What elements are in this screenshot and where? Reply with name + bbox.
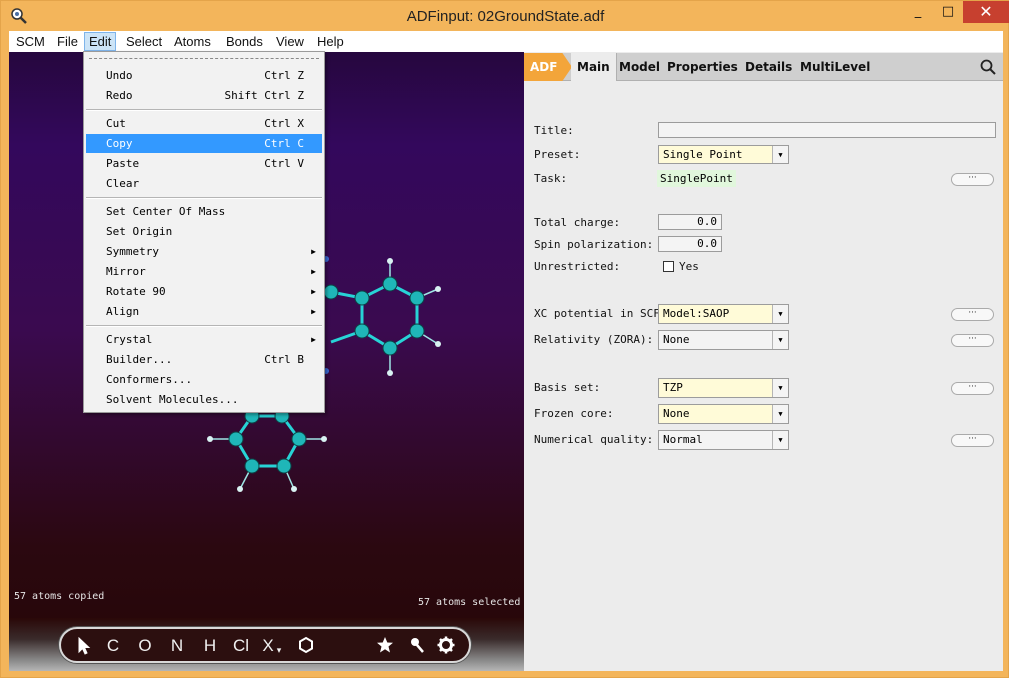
title-input[interactable]	[658, 122, 996, 138]
total-charge-input[interactable]: 0.0	[658, 214, 722, 230]
menu-set-center-of-mass[interactable]: Set Center Of Mass	[86, 202, 322, 221]
menu-scm[interactable]: SCM	[12, 32, 49, 51]
submenu-arrow-icon: ▶	[311, 307, 316, 316]
settings-panel: ADF Main Model Properties Details MultiL…	[524, 52, 1003, 671]
frozen-core-select[interactable]: None ▼	[658, 404, 789, 424]
menu-bar: SCM File Edit Select Atoms Bonds View He…	[9, 31, 1003, 52]
menu-clear[interactable]: Clear	[86, 174, 322, 193]
star-icon[interactable]	[376, 636, 394, 654]
element-x-button[interactable]: X	[261, 635, 275, 657]
chevron-down-icon[interactable]: ▼	[772, 146, 788, 163]
oxygen-button[interactable]: O	[135, 635, 155, 657]
pointer-icon[interactable]	[77, 637, 91, 655]
menu-rotate-90[interactable]: Rotate 90 ▶	[86, 282, 322, 301]
relativity-select[interactable]: None ▼	[658, 330, 789, 350]
tearoff-line[interactable]	[89, 58, 319, 59]
app-window: ADFinput: 02GroundState.adf _ □ ✕ SCM Fi…	[0, 0, 1009, 678]
tab-adf[interactable]: ADF	[524, 53, 572, 81]
submenu-arrow-icon: ▶	[311, 267, 316, 276]
menu-bonds[interactable]: Bonds	[222, 32, 267, 51]
relativity-label: Relativity (ZORA):	[534, 333, 654, 346]
gear-icon[interactable]	[437, 636, 455, 654]
menu-align[interactable]: Align ▶	[86, 302, 322, 321]
task-more-button[interactable]: ···	[951, 173, 994, 186]
xc-potential-label: XC potential in SCF:	[534, 307, 667, 320]
window-title: ADFinput: 02GroundState.adf	[406, 8, 605, 25]
tab-details[interactable]: Details	[745, 53, 792, 81]
frozen-core-label: Frozen core:	[534, 407, 614, 420]
menu-undo[interactable]: Undo Ctrl Z	[86, 66, 322, 85]
unrestricted-label: Unrestricted:	[534, 260, 621, 273]
menu-builder[interactable]: Builder... Ctrl B	[86, 350, 322, 369]
unrestricted-yes-label: Yes	[679, 260, 699, 273]
tab-properties[interactable]: Properties	[667, 53, 738, 81]
total-charge-label: Total charge:	[534, 216, 621, 229]
tab-multilevel[interactable]: MultiLevel	[800, 53, 870, 81]
chevron-down-icon[interactable]: ▼	[772, 405, 788, 423]
spin-polarization-label: Spin polarization:	[534, 238, 654, 251]
edit-menu-dropdown: Undo Ctrl Z Redo Shift Ctrl Z Cut Ctrl X Co…	[83, 51, 325, 413]
chevron-down-icon[interactable]: ▼	[772, 331, 788, 349]
relativity-more-button[interactable]: ···	[951, 334, 994, 347]
menu-file[interactable]: File	[53, 32, 82, 51]
hydrogen-button[interactable]: H	[200, 635, 220, 657]
menu-select[interactable]: Select	[122, 32, 166, 51]
close-button[interactable]: ✕	[963, 1, 1009, 23]
basis-set-select[interactable]: TZP ▼	[658, 378, 789, 398]
menu-crystal[interactable]: Crystal ▶	[86, 330, 322, 349]
submenu-arrow-icon: ▶	[311, 335, 316, 344]
menu-conformers[interactable]: Conformers...	[86, 370, 322, 389]
basis-more-button[interactable]: ···	[951, 382, 994, 395]
menu-atoms[interactable]: Atoms	[170, 32, 215, 51]
numerical-quality-select[interactable]: Normal ▼	[658, 430, 789, 450]
title-label: Title:	[534, 124, 574, 137]
menu-edit[interactable]: Edit	[84, 32, 117, 51]
carbon-button[interactable]: C	[103, 635, 123, 657]
minimize-button[interactable]: _	[903, 1, 933, 23]
menu-solvent-molecules[interactable]: Solvent Molecules...	[86, 390, 322, 409]
ring-icon[interactable]	[297, 636, 315, 654]
preset-select[interactable]: Single Point ▼	[658, 145, 789, 164]
menu-help[interactable]: Help	[313, 32, 348, 51]
menu-separator	[86, 197, 322, 199]
pin-icon[interactable]	[408, 636, 426, 654]
xc-potential-select[interactable]: Model:SAOP ▼	[658, 304, 789, 324]
submenu-arrow-icon: ▶	[311, 247, 316, 256]
submenu-arrow-icon: ▶	[311, 287, 316, 296]
search-icon[interactable]	[980, 59, 996, 75]
menu-paste[interactable]: Paste Ctrl V	[86, 154, 322, 173]
menu-set-origin[interactable]: Set Origin	[86, 222, 322, 241]
element-x-dropdown[interactable]: ▾	[274, 639, 284, 661]
menu-view[interactable]: View	[272, 32, 308, 51]
chlorine-button[interactable]: Cl	[229, 635, 253, 657]
menu-copy[interactable]: Copy Ctrl C	[86, 134, 322, 153]
title-bar: ADFinput: 02GroundState.adf _ □ ✕	[1, 1, 1009, 31]
nitrogen-button[interactable]: N	[167, 635, 187, 657]
menu-separator	[86, 325, 322, 327]
panel-tab-bar: ADF Main Model Properties Details MultiL…	[524, 53, 1003, 81]
preset-label: Preset:	[534, 148, 581, 161]
menu-mirror[interactable]: Mirror ▶	[86, 262, 322, 281]
maximize-button[interactable]: □	[933, 1, 963, 23]
menu-cut[interactable]: Cut Ctrl X	[86, 114, 322, 133]
chevron-down-icon[interactable]: ▼	[772, 305, 788, 323]
chevron-down-icon[interactable]: ▼	[772, 431, 788, 449]
numerical-quality-more-button[interactable]: ···	[951, 434, 994, 447]
tab-main[interactable]: Main	[571, 53, 617, 81]
basis-set-label: Basis set:	[534, 381, 601, 394]
menu-separator	[86, 109, 322, 111]
atom-toolbar: C O N H Cl X ▾	[59, 627, 471, 663]
unrestricted-checkbox[interactable]	[663, 261, 674, 272]
status-selected: 57 atoms selected	[418, 597, 521, 608]
task-value[interactable]: SinglePoint	[657, 170, 736, 187]
xc-more-button[interactable]: ···	[951, 308, 994, 321]
spin-polarization-input[interactable]: 0.0	[658, 236, 722, 252]
chevron-down-icon[interactable]: ▼	[772, 379, 788, 397]
menu-redo[interactable]: Redo Shift Ctrl Z	[86, 86, 322, 105]
numerical-quality-label: Numerical quality:	[534, 433, 654, 446]
tab-model[interactable]: Model	[619, 53, 660, 81]
status-copied: 57 atoms copied	[14, 591, 105, 602]
menu-symmetry[interactable]: Symmetry ▶	[86, 242, 322, 261]
task-label: Task:	[534, 172, 568, 185]
